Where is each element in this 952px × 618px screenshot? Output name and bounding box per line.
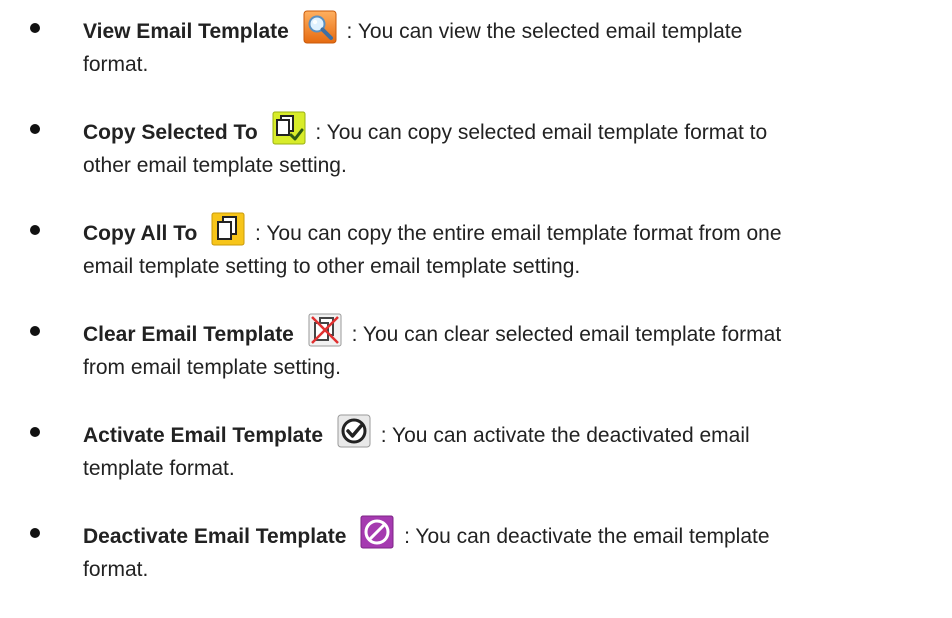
- item-description-cont: other email template setting.: [83, 154, 347, 177]
- bullet: [30, 326, 40, 336]
- item-separator: :: [255, 222, 261, 245]
- item-description: You can deactivate the email template: [415, 525, 770, 548]
- item-separator: :: [380, 424, 387, 447]
- item-description-cont: from email template setting.: [83, 356, 341, 379]
- bullet: [30, 427, 40, 437]
- copy-icon: [211, 212, 245, 246]
- item-description: You can copy the entire email template f…: [266, 222, 782, 245]
- magnifier-icon: [303, 10, 337, 44]
- item-description-cont: email template setting to other email te…: [83, 255, 581, 278]
- bullet: [30, 225, 40, 235]
- item-description-cont: format.: [83, 53, 149, 76]
- item-name: Activate Email Template: [83, 424, 324, 447]
- item-separator: :: [404, 525, 410, 548]
- item-description: You can activate the deactivated email: [392, 424, 750, 447]
- item-description: You can clear selected email template fo…: [362, 323, 782, 346]
- bullet: [30, 23, 40, 33]
- item-name: Clear Email Template: [83, 323, 294, 346]
- item-description: You can view the selected email template: [357, 20, 743, 43]
- item-name: View Email Template: [83, 20, 289, 43]
- clear-copy-icon: [308, 313, 342, 347]
- item-separator: :: [346, 20, 353, 43]
- bullet: [30, 528, 40, 538]
- item-description-cont: template format.: [83, 457, 235, 480]
- copy-check-icon: [272, 111, 306, 145]
- item-name: Copy All To: [83, 222, 198, 245]
- bullet: [30, 124, 40, 134]
- prohibited-icon: [360, 515, 394, 549]
- check-circle-icon: [337, 414, 371, 448]
- item-separator: :: [351, 323, 358, 346]
- item-name: Copy Selected To: [83, 121, 258, 144]
- item-separator: :: [315, 121, 322, 144]
- item-description-cont: format.: [83, 558, 149, 581]
- item-description: You can copy selected email template for…: [326, 121, 768, 144]
- item-name: Deactivate Email Template: [83, 525, 347, 548]
